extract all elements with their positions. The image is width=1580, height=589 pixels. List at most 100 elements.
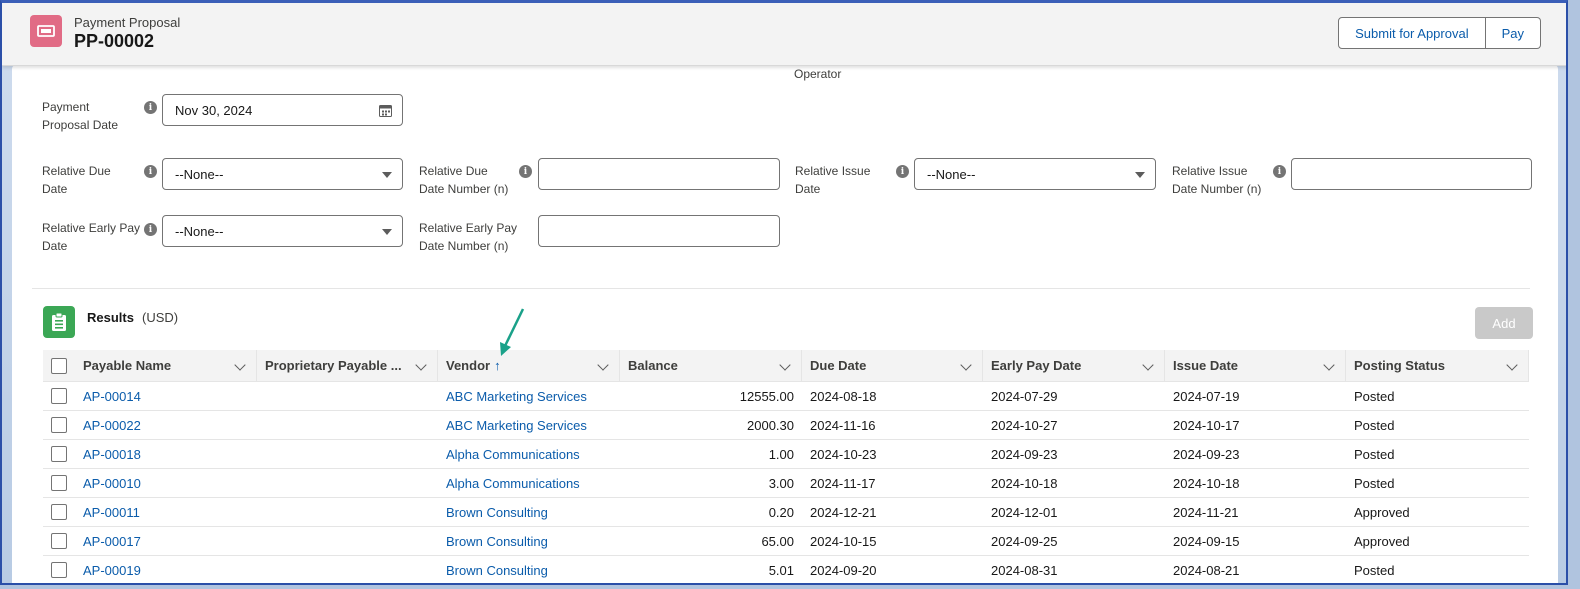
- payable-name-link[interactable]: AP-00019: [75, 556, 257, 583]
- early-pay-date-cell: 2024-09-25: [991, 533, 1058, 549]
- balance-cell: 2000.30: [747, 417, 794, 433]
- relative-early-pay-date-number-label: Relative Early Pay Date Number (n): [419, 221, 518, 253]
- sort-ascending-icon[interactable]: ↑: [494, 358, 501, 373]
- select-all-cell: [43, 350, 75, 381]
- column-header-early-pay-date[interactable]: Early Pay Date: [983, 350, 1165, 381]
- relative-due-date-select[interactable]: --None--: [162, 158, 403, 190]
- row-checkbox[interactable]: [51, 446, 67, 462]
- early-pay-date-cell: 2024-07-29: [991, 388, 1058, 404]
- row-select-cell: [43, 382, 75, 410]
- row-select-cell: [43, 440, 75, 468]
- chevron-down-icon[interactable]: [960, 359, 972, 371]
- vendor-link[interactable]: Brown Consulting: [438, 527, 620, 555]
- column-header-proprietary-payable[interactable]: Proprietary Payable ...: [257, 350, 438, 381]
- info-icon[interactable]: i: [144, 101, 157, 114]
- vendor-link[interactable]: ABC Marketing Services: [438, 382, 620, 410]
- relative-issue-date-label: Relative Issue Date: [795, 164, 871, 196]
- balance-cell: 1.00: [768, 446, 794, 462]
- vendor-link[interactable]: Alpha Communications: [438, 469, 620, 497]
- due-date-cell: 2024-09-20: [810, 562, 877, 578]
- relative-due-date-number-input[interactable]: [538, 158, 780, 190]
- table-body: AP-00014 ABC Marketing Services 12555.00 20…: [43, 382, 1529, 583]
- chevron-down-icon[interactable]: [779, 359, 791, 371]
- vendor-link[interactable]: ABC Marketing Services: [438, 411, 620, 439]
- chevron-down-icon[interactable]: [1506, 359, 1518, 371]
- chevron-down-icon[interactable]: [1142, 359, 1154, 371]
- issue-date-cell: 2024-11-21: [1173, 504, 1239, 520]
- section-divider: [32, 288, 1530, 289]
- row-checkbox[interactable]: [51, 417, 67, 433]
- column-header-vendor[interactable]: Vendor ↑: [438, 350, 620, 381]
- relative-issue-date-number-input[interactable]: [1291, 158, 1532, 190]
- info-icon[interactable]: i: [1273, 165, 1286, 178]
- add-button[interactable]: Add: [1475, 307, 1533, 339]
- payable-name-link[interactable]: AP-00014: [75, 382, 257, 410]
- column-header-issue-date[interactable]: Issue Date: [1165, 350, 1346, 381]
- early-pay-date-cell: 2024-10-27: [991, 417, 1058, 433]
- chevron-down-icon[interactable]: [415, 359, 427, 371]
- posting-status-cell: Posted: [1354, 562, 1395, 578]
- early-pay-date-cell: 2024-09-23: [991, 446, 1058, 462]
- record-title: PP-00002: [74, 31, 155, 51]
- proprietary-payable-cell: [257, 440, 438, 468]
- proposal-date-input[interactable]: Nov 30, 2024: [162, 94, 403, 126]
- row-select-cell: [43, 556, 75, 583]
- app-window: Payment Proposal PP-00002 Submit for App…: [0, 0, 1568, 585]
- proprietary-payable-cell: [257, 411, 438, 439]
- row-checkbox[interactable]: [51, 475, 67, 491]
- posting-status-cell: Posted: [1354, 446, 1395, 462]
- early-pay-date-cell: 2024-08-31: [991, 562, 1058, 578]
- posting-status-cell: Posted: [1354, 388, 1395, 404]
- relative-early-pay-date-select[interactable]: --None--: [162, 215, 403, 247]
- column-header-posting-status[interactable]: Posting Status: [1346, 350, 1529, 381]
- info-icon[interactable]: i: [519, 165, 532, 178]
- row-select-cell: [43, 527, 75, 555]
- row-checkbox[interactable]: [51, 533, 67, 549]
- table-row: AP-00022 ABC Marketing Services 2000.30 202…: [43, 411, 1529, 440]
- payable-name-link[interactable]: AP-00018: [75, 440, 257, 468]
- issue-date-cell: 2024-10-17: [1173, 417, 1240, 433]
- info-icon[interactable]: i: [144, 165, 157, 178]
- issue-date-cell: 2024-10-18: [1173, 475, 1240, 491]
- table-row: AP-00018 Alpha Communications 1.00 2024-10-…: [43, 440, 1529, 469]
- relative-early-pay-date-number-input[interactable]: [538, 215, 780, 247]
- vendor-link[interactable]: Alpha Communications: [438, 440, 620, 468]
- row-checkbox[interactable]: [51, 562, 67, 578]
- row-checkbox[interactable]: [51, 388, 67, 404]
- relative-due-date-label: Relative Due Date: [42, 164, 111, 196]
- payable-name-link[interactable]: AP-00022: [75, 411, 257, 439]
- issue-date-cell: 2024-09-15: [1173, 533, 1240, 549]
- relative-early-pay-date-label: Relative Early Pay Date: [42, 221, 141, 253]
- posting-status-cell: Posted: [1354, 475, 1395, 491]
- calendar-icon[interactable]: [379, 104, 392, 117]
- payable-name-link[interactable]: AP-00011: [75, 498, 257, 526]
- proposal-date-label: Payment Proposal Date: [42, 100, 119, 132]
- column-header-balance[interactable]: Balance: [620, 350, 802, 381]
- payment-proposal-icon: [30, 15, 62, 47]
- chevron-down-icon[interactable]: [1323, 359, 1335, 371]
- info-icon[interactable]: i: [144, 223, 157, 236]
- operator-label: Operator: [794, 67, 842, 81]
- results-list-icon: [43, 306, 75, 338]
- pay-button[interactable]: Pay: [1485, 17, 1541, 49]
- relative-issue-date-select[interactable]: --None--: [914, 158, 1156, 190]
- issue-date-cell: 2024-08-21: [1173, 562, 1240, 578]
- column-header-payable-name[interactable]: Payable Name: [75, 350, 257, 381]
- vendor-link[interactable]: Brown Consulting: [438, 498, 620, 526]
- chevron-down-icon[interactable]: [597, 359, 609, 371]
- chevron-down-icon: [382, 172, 392, 178]
- info-icon[interactable]: i: [896, 165, 909, 178]
- vendor-link[interactable]: Brown Consulting: [438, 556, 620, 583]
- early-pay-date-cell: 2024-10-18: [991, 475, 1058, 491]
- select-all-checkbox[interactable]: [51, 357, 67, 374]
- submit-for-approval-button[interactable]: Submit for Approval: [1338, 17, 1486, 49]
- balance-cell: 5.01: [768, 562, 794, 578]
- payable-name-link[interactable]: AP-00017: [75, 527, 257, 555]
- chevron-down-icon[interactable]: [234, 359, 246, 371]
- posting-status-cell: Posted: [1354, 417, 1395, 433]
- row-checkbox[interactable]: [51, 504, 67, 520]
- proprietary-payable-cell: [257, 527, 438, 555]
- column-header-due-date[interactable]: Due Date: [802, 350, 983, 381]
- payable-name-link[interactable]: AP-00010: [75, 469, 257, 497]
- row-select-cell: [43, 498, 75, 526]
